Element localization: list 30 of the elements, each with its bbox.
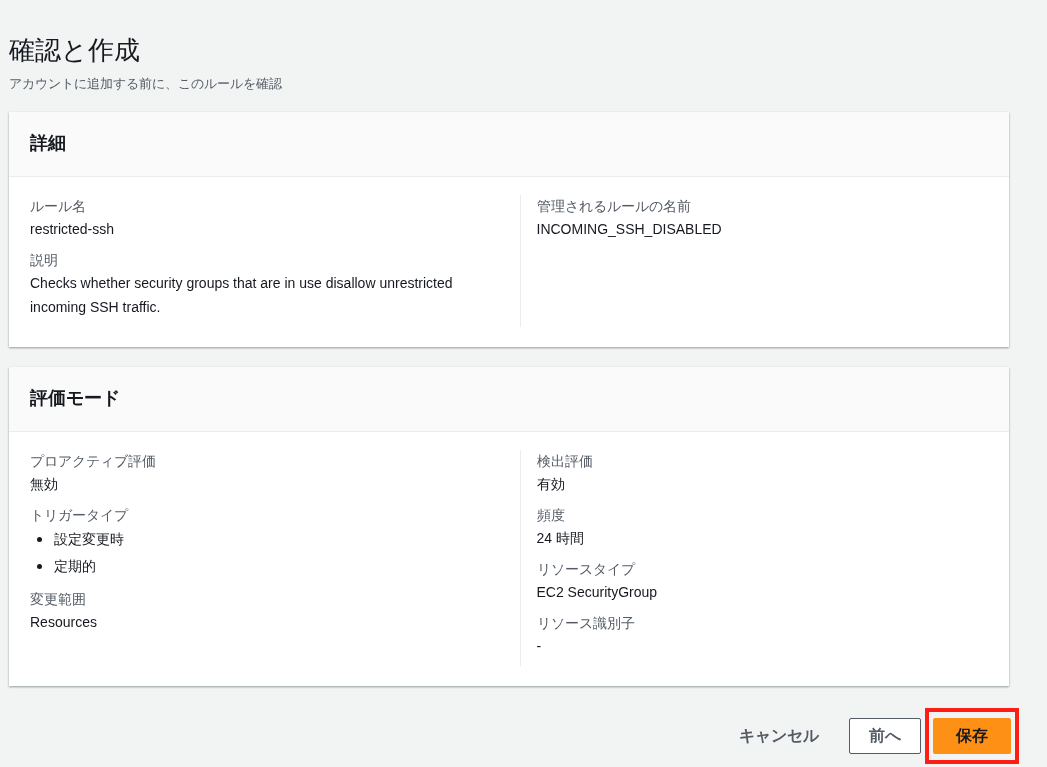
- field-label: プロアクティブ評価: [30, 451, 157, 471]
- field-label: 説明: [30, 250, 59, 270]
- field-label: リソースタイプ: [536, 559, 636, 579]
- save-button[interactable]: 保存: [933, 717, 1011, 754]
- field-value: EC2 SecurityGroup: [536, 582, 659, 602]
- field-value: Resources: [30, 612, 98, 632]
- field-value: Checks whether security groups that are in use disallow unrestricted incoming SSH traffic.: [30, 273, 454, 317]
- previous-button[interactable]: 前へ: [849, 717, 921, 754]
- field-label: リソース識別子: [536, 613, 636, 633]
- field-value: INCOMING_SSH_DISABLED: [536, 219, 723, 239]
- field-value: 有効: [536, 474, 566, 494]
- field-value: 24 時間: [536, 528, 585, 548]
- field-value: 無効: [30, 474, 59, 494]
- field-label: 管理されるルールの名前: [536, 196, 692, 216]
- field-label: トリガータイプ: [30, 505, 130, 525]
- page-subtitle: アカウントに追加する前に、このルールを確認: [9, 75, 283, 93]
- page-title: 確認と作成: [9, 34, 141, 66]
- field-label: 変更範囲: [30, 589, 87, 609]
- cancel-button[interactable]: キャンセル: [723, 719, 835, 752]
- bullet-icon: [37, 536, 42, 542]
- section-title: 評価モード: [30, 387, 120, 410]
- bullet-icon: [37, 563, 42, 569]
- field-value: restricted-ssh: [30, 219, 116, 239]
- field-label: ルール名: [30, 196, 87, 216]
- field-label: 頻度: [536, 505, 566, 525]
- section-title: 詳細: [30, 132, 66, 155]
- list-item: 定期的: [54, 556, 96, 576]
- list-item: 設定変更時: [54, 529, 124, 549]
- field-label: 検出評価: [536, 451, 594, 471]
- field-value: -: [536, 636, 543, 656]
